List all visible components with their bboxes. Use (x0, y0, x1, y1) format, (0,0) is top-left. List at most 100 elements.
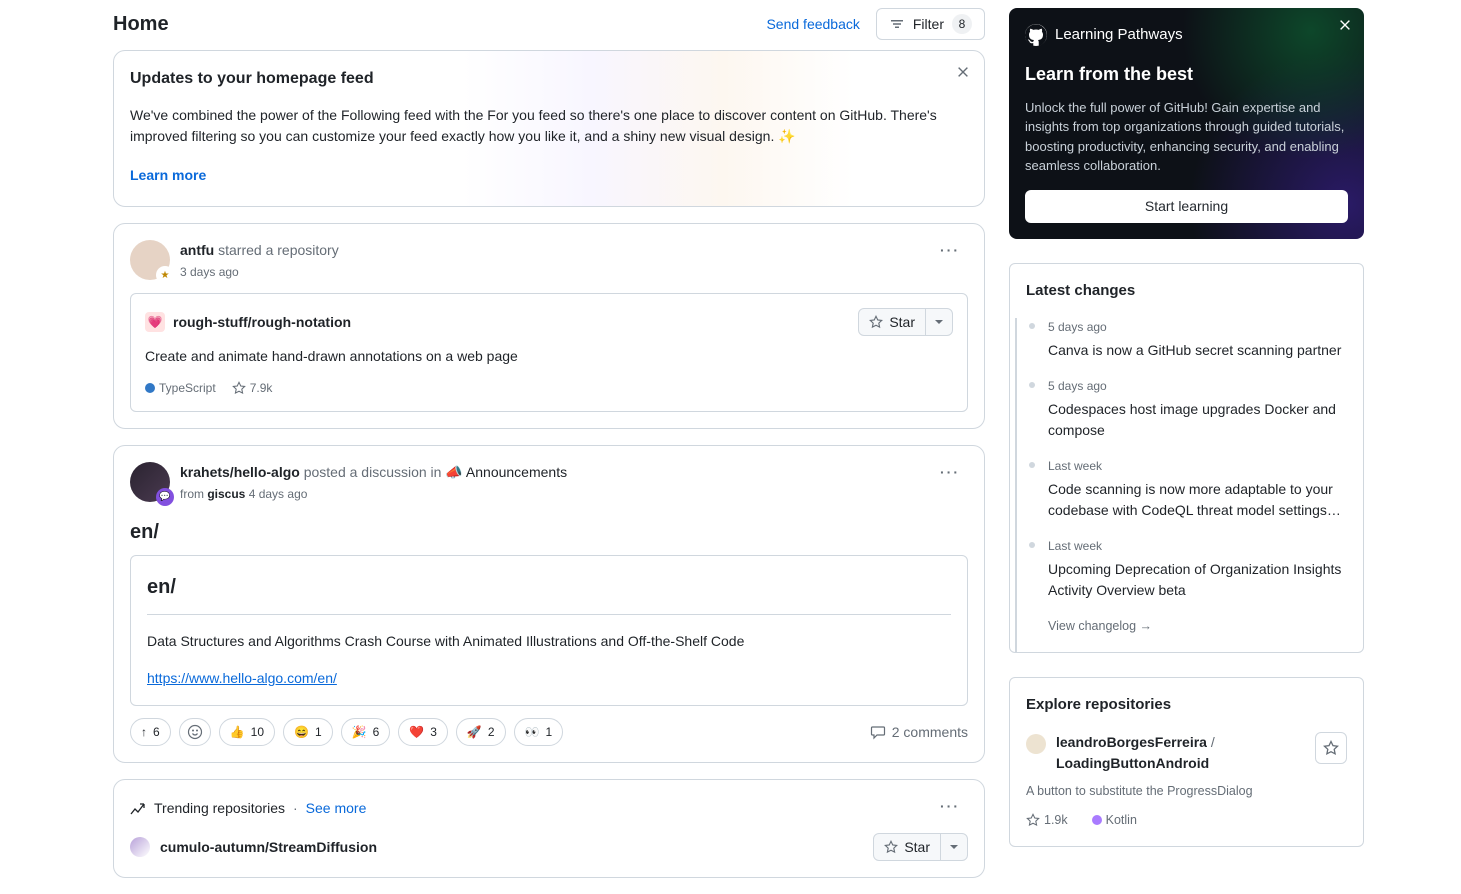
star-icon (1323, 740, 1339, 756)
repo-description: Create and animate hand-drawn annotation… (145, 346, 953, 367)
change-link[interactable]: Code scanning is now more adaptable to y… (1048, 479, 1347, 521)
avatar[interactable] (130, 240, 170, 280)
filter-icon (889, 16, 905, 32)
upvote-icon: ↑ (141, 723, 147, 741)
language-dot-icon (145, 383, 155, 393)
repo-description: A button to substitute the ProgressDialo… (1026, 782, 1347, 801)
action-text: starred a repository (214, 242, 339, 258)
promo-title: Learn from the best (1025, 61, 1348, 88)
discussion-title-link[interactable]: en/ (130, 517, 968, 547)
learn-more-link[interactable]: Learn more (122, 161, 214, 190)
filter-count-badge: 8 (952, 14, 972, 34)
send-feedback-link[interactable]: Send feedback (766, 14, 859, 35)
timestamp: 3 days ago (180, 263, 932, 281)
notice-body: We've combined the power of the Followin… (130, 105, 968, 147)
star-icon (884, 840, 898, 854)
repo-avatar-icon: 💗 (145, 312, 165, 332)
discussion-heading: en/ (147, 572, 951, 615)
change-link[interactable]: Upcoming Deprecation of Organization Ins… (1048, 559, 1347, 601)
comment-count: 2 comments (892, 722, 968, 743)
change-timestamp: Last week (1048, 537, 1347, 555)
reaction-hooray[interactable]: 🎉6 (341, 718, 391, 746)
star-badge-icon (156, 266, 174, 284)
feed-update-notice: Updates to your homepage feed We've comb… (113, 50, 985, 207)
feed-item-trending: Trending repositories · See more ··· cum… (113, 779, 985, 878)
star-button-label: Star (904, 837, 930, 858)
notice-title: Updates to your homepage feed (130, 67, 968, 91)
language-name: TypeScript (159, 381, 216, 395)
page-title: Home (113, 9, 766, 39)
add-reaction-button[interactable] (179, 718, 211, 746)
panel-heading: Explore repositories (1010, 678, 1363, 733)
trending-label: Trending repositories (154, 798, 285, 819)
reaction-rocket[interactable]: 🚀2 (456, 718, 506, 746)
repo-name-link[interactable]: cumulo-autumn/StreamDiffusion (160, 837, 873, 858)
trending-icon (130, 801, 146, 817)
star-count[interactable]: 1.9k (1044, 811, 1068, 830)
feed-item-starred: antfu starred a repository 3 days ago ··… (113, 223, 985, 429)
reaction-heart[interactable]: ❤️3 (398, 718, 448, 746)
star-button[interactable]: Star (873, 833, 968, 861)
star-dropdown-button[interactable] (941, 834, 967, 860)
change-link[interactable]: Canva is now a GitHub secret scanning pa… (1048, 340, 1347, 361)
star-icon (869, 315, 883, 329)
repo-avatar-icon (130, 837, 150, 857)
latest-changes-panel: Latest changes 5 days ago Canva is now a… (1009, 263, 1364, 653)
feed-item-discussion: krahets/hello-algo posted a discussion i… (113, 445, 985, 763)
change-timestamp: 5 days ago (1048, 318, 1347, 336)
language-name: Kotlin (1106, 813, 1137, 827)
category-link[interactable]: Announcements (466, 464, 567, 480)
filter-button[interactable]: Filter 8 (876, 8, 985, 40)
chevron-down-icon (949, 842, 959, 852)
reaction-laugh[interactable]: 😄1 (283, 718, 333, 746)
category-icon: 📣 (445, 464, 462, 480)
more-menu-button[interactable]: ··· (932, 792, 968, 821)
close-icon[interactable] (956, 65, 970, 79)
start-learning-button[interactable]: Start learning (1025, 190, 1348, 223)
star-button[interactable]: Star (858, 308, 953, 336)
explore-panel: Explore repositories leandroBorgesFerrei… (1009, 677, 1364, 847)
star-dropdown-button[interactable] (926, 309, 952, 335)
repo-name-link[interactable]: rough-stuff/rough-notation (173, 312, 858, 333)
kebab-icon: ··· (940, 798, 960, 814)
separator: · (293, 798, 298, 819)
discussion-body-link[interactable]: https://www.hello-algo.com/en/ (147, 670, 337, 686)
change-timestamp: 5 days ago (1048, 377, 1347, 395)
star-count[interactable]: 7.9k (250, 379, 273, 397)
filter-label: Filter (913, 14, 944, 35)
close-icon[interactable] (1338, 18, 1352, 32)
star-button-label: Star (889, 312, 915, 333)
smiley-icon (187, 724, 203, 740)
avatar[interactable] (130, 462, 170, 502)
more-menu-button[interactable]: ··· (932, 458, 968, 487)
panel-heading: Latest changes (1010, 264, 1363, 319)
actor-link[interactable]: antfu (180, 242, 214, 258)
upvote-button[interactable]: ↑ 6 (130, 718, 171, 746)
change-link[interactable]: Codespaces host image upgrades Docker an… (1048, 399, 1347, 441)
see-more-link[interactable]: See more (306, 798, 367, 819)
repo-name-link[interactable]: LoadingButtonAndroid (1056, 755, 1209, 771)
repo-card: 💗 rough-stuff/rough-notation Star (130, 293, 968, 412)
promo-logo-text: Learning Pathways (1055, 24, 1183, 47)
timestamp: 4 days ago (249, 487, 308, 501)
actor-link[interactable]: krahets/hello-algo (180, 464, 300, 480)
from-label: from (180, 487, 207, 501)
discussion-body: Data Structures and Algorithms Crash Cou… (147, 631, 951, 652)
discussion-badge-icon (156, 488, 174, 506)
repo-owner-link[interactable]: leandroBorgesFerreira (1056, 734, 1207, 750)
star-icon (232, 381, 246, 395)
reaction-thumbsup[interactable]: 👍10 (219, 718, 275, 746)
comments-link[interactable]: 2 comments (870, 722, 968, 743)
reaction-eyes[interactable]: 👀1 (514, 718, 564, 746)
avatar[interactable] (1026, 734, 1046, 754)
from-repo-link[interactable]: giscus (207, 487, 245, 501)
view-changelog-link[interactable]: View changelog → (1026, 617, 1347, 636)
kebab-icon: ··· (940, 464, 960, 480)
star-button[interactable] (1315, 732, 1347, 764)
more-menu-button[interactable]: ··· (932, 236, 968, 265)
comment-icon (870, 724, 886, 740)
upvote-count: 6 (153, 723, 160, 741)
language-dot-icon (1092, 815, 1102, 825)
discussion-preview: en/ Data Structures and Algorithms Crash… (130, 555, 968, 706)
change-timestamp: Last week (1048, 457, 1347, 475)
